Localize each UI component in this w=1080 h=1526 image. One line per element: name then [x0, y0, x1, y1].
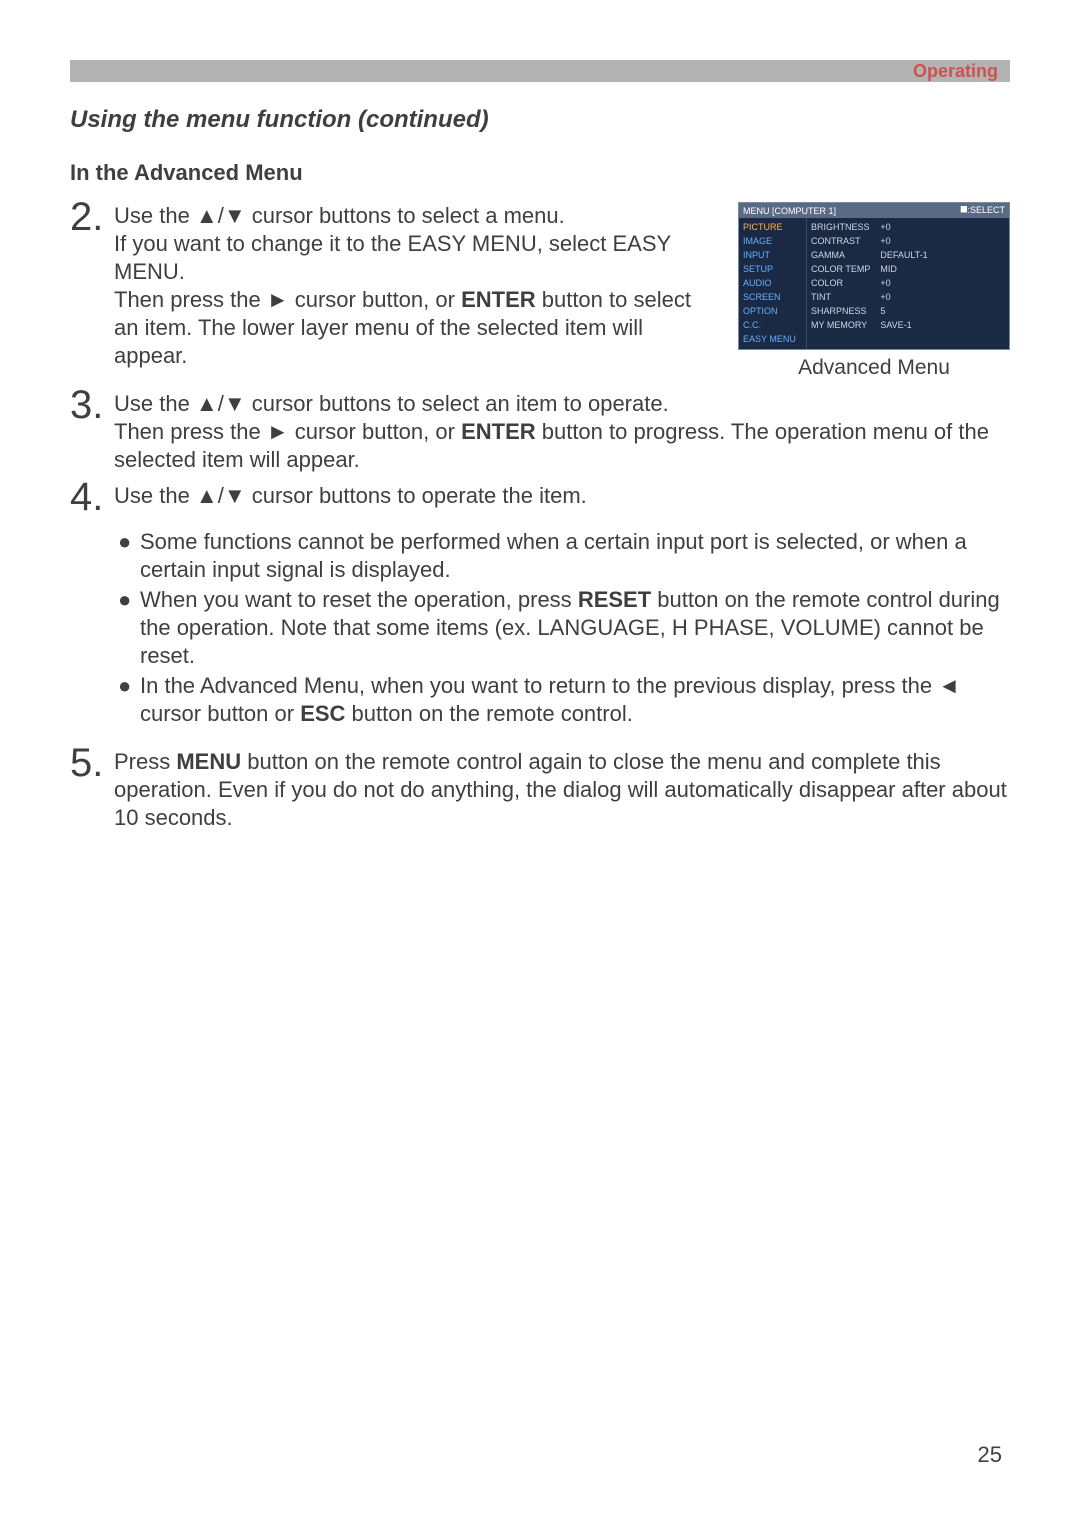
- osd-value-brightness: +0: [880, 221, 1005, 234]
- osd-value-color: +0: [880, 277, 1005, 290]
- step2-line-a: Use the ▲/▼ cursor buttons to select a m…: [114, 203, 565, 228]
- osd-label-colortemp: COLOR TEMP: [811, 263, 870, 276]
- step5-a2: button on the remote control again to cl…: [114, 749, 1007, 830]
- bullet-3-esc-bold: ESC: [300, 701, 345, 726]
- bullet-2: ● When you want to reset the operation, …: [118, 586, 1010, 670]
- step-number-4: 4.: [70, 480, 114, 514]
- osd-title-left: MENU [COMPUTER 1]: [743, 206, 836, 216]
- step-2: 2. Use the ▲/▼ cursor buttons to select …: [70, 200, 718, 370]
- step-4: 4. Use the ▲/▼ cursor buttons to operate…: [70, 480, 1010, 514]
- bullet-3b: button on the remote control.: [345, 701, 632, 726]
- bullet-3-text: In the Advanced Menu, when you want to r…: [140, 672, 1010, 728]
- osd-item-option: OPTION: [743, 305, 802, 318]
- page-subtitle: In the Advanced Menu: [70, 160, 1010, 186]
- osd-item-cc: C.C.: [743, 319, 802, 332]
- step-body-4: Use the ▲/▼ cursor buttons to operate th…: [114, 480, 587, 510]
- osd-item-input: INPUT: [743, 249, 802, 262]
- osd-value-colortemp: MID: [880, 263, 1005, 276]
- bullet-dot-icon: ●: [118, 586, 140, 670]
- osd-label-brightness: BRIGHTNESS: [811, 221, 870, 234]
- bullet-dot-icon: ●: [118, 528, 140, 584]
- osd-item-easymenu: EASY MENU: [743, 333, 802, 346]
- step-body-3: Use the ▲/▼ cursor buttons to select an …: [114, 388, 1010, 474]
- step3-enter-bold: ENTER: [461, 419, 536, 444]
- step3-line-a: Use the ▲/▼ cursor buttons to select an …: [114, 391, 669, 416]
- step2-line-b: If you want to change it to the EASY MEN…: [114, 231, 671, 284]
- bullet-1: ● Some functions cannot be performed whe…: [118, 528, 1010, 584]
- bullet-2a: When you want to reset the operation, pr…: [140, 587, 578, 612]
- osd-label-color: COLOR: [811, 277, 870, 290]
- osd-item-setup: SETUP: [743, 263, 802, 276]
- osd-item-screen: SCREEN: [743, 291, 802, 304]
- page-number: 25: [978, 1442, 1002, 1468]
- osd-value-contrast: +0: [880, 235, 1005, 248]
- section-header-bar: Operating: [70, 60, 1010, 82]
- osd-label-gamma: GAMMA: [811, 249, 870, 262]
- bullet-1-text: Some functions cannot be performed when …: [140, 528, 1010, 584]
- figure-caption: Advanced Menu: [738, 356, 1010, 380]
- osd-item-image: IMAGE: [743, 235, 802, 248]
- step4-line-a: Use the ▲/▼ cursor buttons to operate th…: [114, 483, 587, 508]
- osd-titlebar: MENU [COMPUTER 1] ⯀:SELECT: [739, 203, 1009, 218]
- osd-value-mymemory: SAVE-1: [880, 319, 1005, 332]
- step-number-2: 2.: [70, 200, 114, 234]
- step2-line-c1: Then press the ► cursor button, or: [114, 287, 461, 312]
- step2-enter-bold: ENTER: [461, 287, 536, 312]
- advanced-menu-figure: MENU [COMPUTER 1] ⯀:SELECT PICTURE IMAGE…: [738, 200, 1010, 380]
- step-3: 3. Use the ▲/▼ cursor buttons to select …: [70, 388, 1010, 474]
- step-body-2: Use the ▲/▼ cursor buttons to select a m…: [114, 200, 718, 370]
- osd-label-mymemory: MY MEMORY: [811, 319, 870, 332]
- page-title: Using the menu function (continued): [70, 106, 1010, 134]
- bullet-2-text: When you want to reset the operation, pr…: [140, 586, 1010, 670]
- bullet-3: ● In the Advanced Menu, when you want to…: [118, 672, 1010, 728]
- bullet-dot-icon: ●: [118, 672, 140, 728]
- step3-line-b1: Then press the ► cursor button, or: [114, 419, 461, 444]
- osd-left-menu: PICTURE IMAGE INPUT SETUP AUDIO SCREEN O…: [739, 218, 807, 349]
- osd-value-sharpness: 5: [880, 305, 1005, 318]
- step5-menu-bold: MENU: [176, 749, 241, 774]
- step-5: 5. Press MENU button on the remote contr…: [70, 746, 1010, 832]
- osd-value-tint: +0: [880, 291, 1005, 304]
- osd-item-picture: PICTURE: [743, 221, 802, 234]
- osd-item-audio: AUDIO: [743, 277, 802, 290]
- osd-value-gamma: DEFAULT-1: [880, 249, 1005, 262]
- osd-title-right: ⯀:SELECT: [960, 205, 1005, 216]
- osd-label-sharpness: SHARPNESS: [811, 305, 870, 318]
- bullet-list: ● Some functions cannot be performed whe…: [118, 528, 1010, 728]
- step5-a1: Press: [114, 749, 176, 774]
- section-label: Operating: [913, 61, 998, 82]
- osd-right-values: BRIGHTNESS +0 CONTRAST +0 GAMMA DEFAULT-1 C…: [807, 218, 1009, 349]
- osd-label-tint: TINT: [811, 291, 870, 304]
- osd-screenshot: MENU [COMPUTER 1] ⯀:SELECT PICTURE IMAGE…: [738, 202, 1010, 350]
- step-number-3: 3.: [70, 388, 114, 422]
- osd-label-contrast: CONTRAST: [811, 235, 870, 248]
- step-body-5: Press MENU button on the remote control …: [114, 746, 1010, 832]
- step-number-5: 5.: [70, 746, 114, 780]
- bullet-2-reset-bold: RESET: [578, 587, 651, 612]
